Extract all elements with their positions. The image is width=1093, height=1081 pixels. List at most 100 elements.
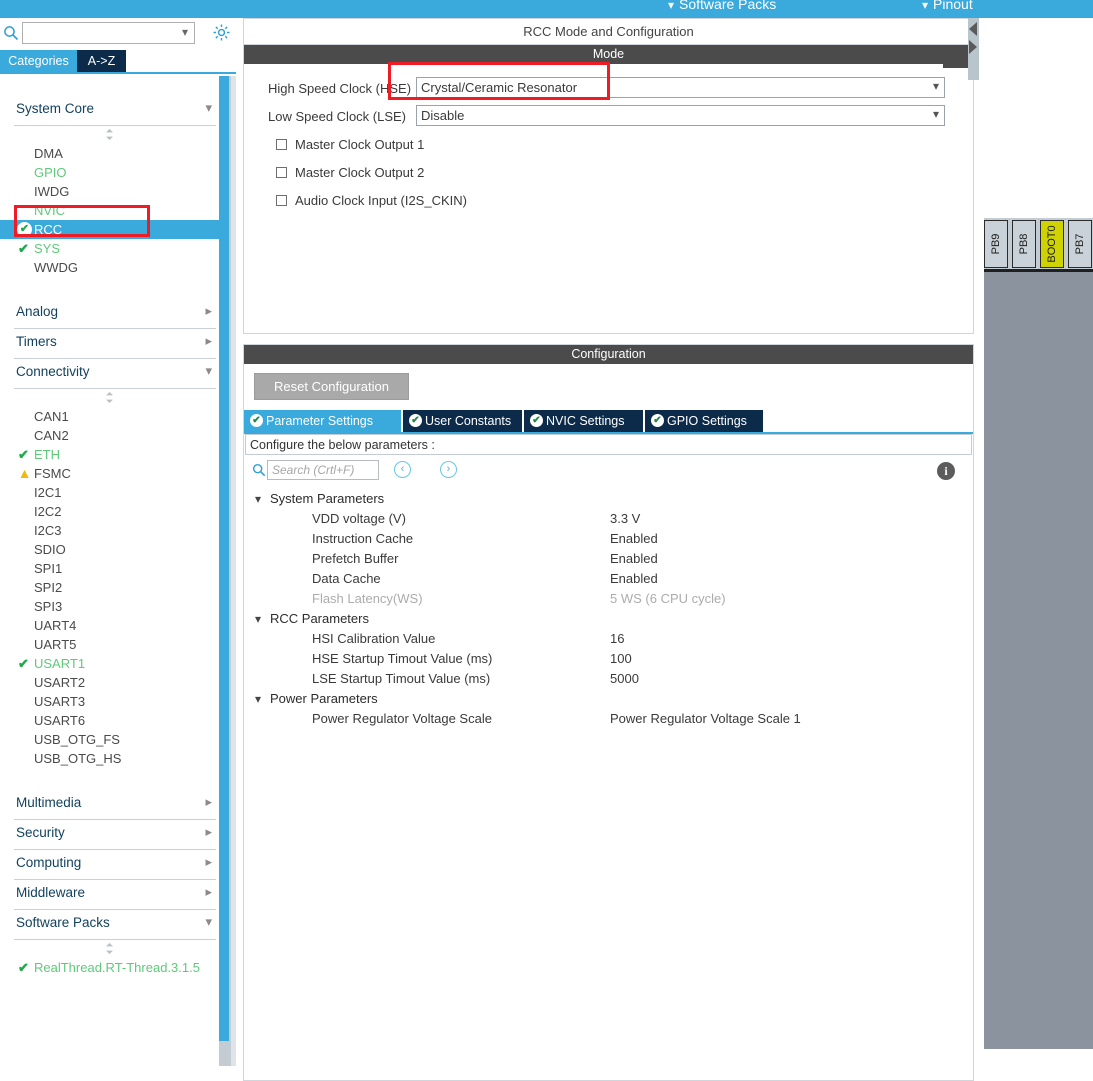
sidebar-item-sys[interactable]: ✔ SYS <box>0 239 219 258</box>
sidebar-group-security[interactable]: Security ▸ <box>14 820 216 850</box>
sidebar-item-i2c2[interactable]: I2C2 <box>0 502 219 521</box>
sidebar-group-timers[interactable]: Timers ▸ <box>14 329 216 359</box>
chevron-down-icon: ▾ <box>922 0 929 12</box>
param-row[interactable]: Power Regulator Voltage Scale Power Regul… <box>244 709 973 729</box>
sidebar-item-can2[interactable]: CAN2 <box>0 426 219 445</box>
param-row[interactable]: LSE Startup Timout Value (ms) 5000 <box>244 669 973 689</box>
param-row[interactable]: HSI Calibration Value 16 <box>244 629 973 649</box>
sidebar-item-spi1[interactable]: SPI1 <box>0 559 219 578</box>
sidebar-group-system-core[interactable]: System Core ▾ <box>14 96 216 126</box>
tab-nvic-settings[interactable]: ✔ NVIC Settings <box>524 410 643 432</box>
pin-boot0[interactable]: BOOT0 <box>1040 220 1064 268</box>
sidebar-group-multimedia[interactable]: Multimedia ▸ <box>14 790 216 820</box>
search-next-button[interactable]: › <box>440 461 457 478</box>
sidebar-item-i2c3[interactable]: I2C3 <box>0 521 219 540</box>
sidebar-item-wwdg[interactable]: WWDG <box>0 258 219 277</box>
sidebar-group-middleware[interactable]: Middleware ▸ <box>14 880 216 910</box>
search-prev-button[interactable]: ‹ <box>394 461 411 478</box>
sidebar-group-computing[interactable]: Computing ▸ <box>14 850 216 880</box>
sidebar-item-nvic[interactable]: NVIC <box>0 201 219 220</box>
sidebar-group-label: Connectivity <box>16 364 90 379</box>
checkbox-box[interactable] <box>276 195 287 206</box>
gear-icon[interactable] <box>212 23 231 42</box>
sidebar-item-spi2[interactable]: SPI2 <box>0 578 219 597</box>
chevron-right-icon: ▸ <box>205 824 212 839</box>
sidebar-item-iwdg[interactable]: IWDG <box>0 182 219 201</box>
sidebar-item-sdio[interactable]: SDIO <box>0 540 219 559</box>
sidebar-group-connectivity[interactable]: Connectivity ▾ <box>14 359 216 389</box>
parameter-search-input[interactable]: Search (Crtl+F) <box>267 460 379 480</box>
sidebar-group-label: Analog <box>16 304 59 319</box>
sidebar-group-label: Computing <box>16 855 82 870</box>
param-row[interactable]: Flash Latency(WS) 5 WS (6 CPU cycle) <box>244 589 973 609</box>
sidebar-item-uart4[interactable]: UART4 <box>0 616 219 635</box>
pin-pb7[interactable]: PB7 <box>1068 220 1092 268</box>
param-row[interactable]: Data Cache Enabled <box>244 569 973 589</box>
lse-clock-dropdown[interactable]: Disable ▾ <box>416 105 945 126</box>
sidebar-group-software-packs[interactable]: Software Packs ▾ <box>14 910 216 940</box>
sidebar-item-label: NVIC <box>34 203 66 218</box>
sidebar-tabs-filler <box>126 50 236 72</box>
sidebar-group-analog[interactable]: Analog ▸ <box>14 299 216 329</box>
param-group-system-parameters[interactable]: ▾ System Parameters <box>244 489 973 509</box>
sidebar-item-usb-otg-hs[interactable]: USB_OTG_HS <box>0 749 219 768</box>
sidebar-item-can1[interactable]: CAN1 <box>0 407 219 426</box>
sidebar-item-usart6[interactable]: USART6 <box>0 711 219 730</box>
param-name: HSE Startup Timout Value (ms) <box>312 651 493 666</box>
sidebar-item-uart5[interactable]: UART5 <box>0 635 219 654</box>
sidebar-tab-categories[interactable]: Categories <box>0 50 77 72</box>
sidebar-scrollbar-thumb[interactable] <box>219 76 229 1041</box>
sidebar-group-label: Middleware <box>16 885 86 900</box>
sidebar-item-i2c1[interactable]: I2C1 <box>0 483 219 502</box>
check-icon: ✔ <box>18 447 29 462</box>
sidebar-item-usb-otg-fs[interactable]: USB_OTG_FS <box>0 730 219 749</box>
param-group-power-parameters[interactable]: ▾ Power Parameters <box>244 689 973 709</box>
sidebar-item-usart3[interactable]: USART3 <box>0 692 219 711</box>
expand-right-arrow-icon[interactable] <box>969 40 977 54</box>
sidebar-tab-a-to-z[interactable]: A->Z <box>77 50 126 72</box>
param-row[interactable]: VDD voltage (V) 3.3 V <box>244 509 973 529</box>
pin-pb8[interactable]: PB8 <box>1012 220 1036 268</box>
sidebar-item-rcc[interactable]: ✔ RCC <box>0 220 219 239</box>
mode-section-header: Mode <box>244 45 973 64</box>
sidebar-item-label: SPI3 <box>34 599 63 614</box>
tab-user-constants[interactable]: ✔ User Constants <box>403 410 522 432</box>
checkbox-box[interactable] <box>276 139 287 150</box>
scroll-spinner-icon[interactable] <box>103 942 116 955</box>
tab-gpio-settings[interactable]: ✔ GPIO Settings <box>645 410 763 432</box>
chevron-down-icon: ▾ <box>205 363 212 378</box>
reset-configuration-button[interactable]: Reset Configuration <box>254 373 409 400</box>
mode-label-lse: Low Speed Clock (LSE) <box>268 109 407 124</box>
sidebar-item-fsmc[interactable]: ▲ FSMC <box>0 464 219 483</box>
checkbox-box[interactable] <box>276 167 287 178</box>
top-menu-software-packs[interactable]: ▾ Software Packs <box>668 0 776 12</box>
info-icon[interactable]: i <box>937 462 955 480</box>
chevron-down-icon: ▾ <box>255 492 262 506</box>
sidebar-group-label: Timers <box>16 334 57 349</box>
param-row[interactable]: HSE Startup Timout Value (ms) 100 <box>244 649 973 669</box>
configuration-hint: Configure the below parameters : <box>245 434 972 455</box>
param-value: 100 <box>610 651 632 666</box>
sidebar-item-eth[interactable]: ✔ ETH <box>0 445 219 464</box>
collapse-left-arrow-icon[interactable] <box>969 22 977 36</box>
sidebar-item-realthread-rt-thread-3-1-5[interactable]: ✔ RealThread.RT-Thread.3.1.5 <box>0 958 219 977</box>
hse-clock-dropdown[interactable]: Crystal/Ceramic Resonator ▾ <box>416 77 945 98</box>
param-row[interactable]: Instruction Cache Enabled <box>244 529 973 549</box>
sidebar-item-usart1[interactable]: ✔ USART1 <box>0 654 219 673</box>
sidebar-item-spi3[interactable]: SPI3 <box>0 597 219 616</box>
scroll-spinner-icon[interactable] <box>103 128 116 141</box>
sidebar-item-usart2[interactable]: USART2 <box>0 673 219 692</box>
pin-pb9[interactable]: PB9 <box>984 220 1008 268</box>
top-menu-pinout[interactable]: ▾ Pinout <box>922 0 973 12</box>
chevron-down-icon[interactable]: ▾ <box>182 25 188 39</box>
sidebar-search-input[interactable]: ▾ <box>22 22 195 44</box>
sidebar-item-label: USB_OTG_HS <box>34 751 122 766</box>
scroll-spinner-icon[interactable] <box>103 391 116 404</box>
sidebar-item-dma[interactable]: DMA <box>0 144 219 163</box>
param-group-rcc-parameters[interactable]: ▾ RCC Parameters <box>244 609 973 629</box>
param-row[interactable]: Prefetch Buffer Enabled <box>244 549 973 569</box>
sidebar-item-label: RealThread.RT-Thread.3.1.5 <box>34 960 200 975</box>
sidebar-item-gpio[interactable]: GPIO <box>0 163 219 182</box>
check-icon: ✔ <box>18 241 29 256</box>
tab-parameter-settings[interactable]: ✔ Parameter Settings <box>244 410 401 432</box>
